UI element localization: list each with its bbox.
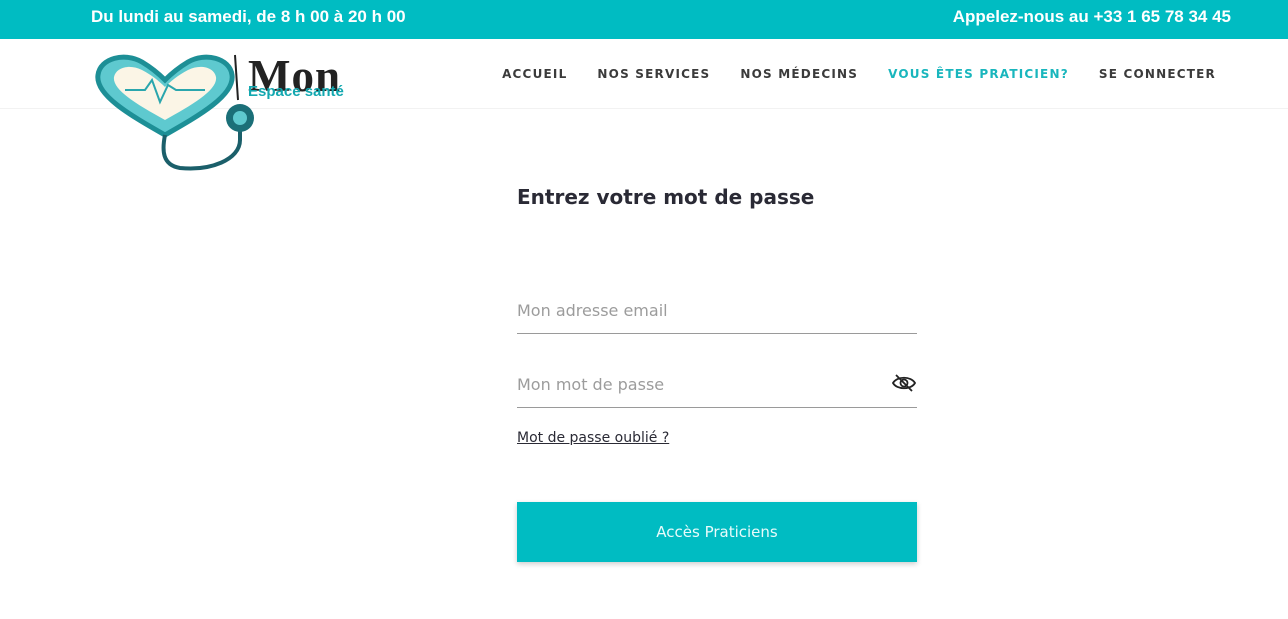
nav-accueil[interactable]: ACCUEIL [502, 67, 567, 81]
email-field[interactable] [517, 288, 917, 333]
forgot-password-link[interactable]: Mot de passe oublié ? [517, 430, 669, 446]
nav-praticien[interactable]: VOUS ÊTES PRATICIEN? [888, 67, 1069, 81]
site-logo[interactable]: Mon Espace santé [90, 50, 400, 175]
nav-nos-services[interactable]: NOS SERVICES [597, 67, 710, 81]
eye-slash-icon[interactable] [891, 372, 917, 394]
email-field-wrapper [517, 288, 917, 334]
form-title: Entrez votre mot de passe [517, 185, 815, 209]
phone-contact[interactable]: Appelez-nous au +33 1 65 78 34 45 [953, 7, 1231, 27]
nav-nos-medecins[interactable]: NOS MÉDECINS [740, 67, 858, 81]
submit-button[interactable]: Accès Praticiens [517, 502, 917, 562]
nav-se-connecter[interactable]: SE CONNECTER [1099, 67, 1216, 81]
password-field[interactable] [517, 362, 917, 407]
main-nav: ACCUEIL NOS SERVICES NOS MÉDECINS VOUS Ê… [502, 67, 1216, 81]
password-field-wrapper [517, 362, 917, 408]
logo-tagline: Espace santé [248, 83, 344, 100]
opening-hours: Du lundi au samedi, de 8 h 00 à 20 h 00 [91, 7, 406, 26]
stethoscope-heart-logo-icon [95, 54, 254, 171]
top-info-bar: Du lundi au samedi, de 8 h 00 à 20 h 00 … [0, 0, 1288, 39]
